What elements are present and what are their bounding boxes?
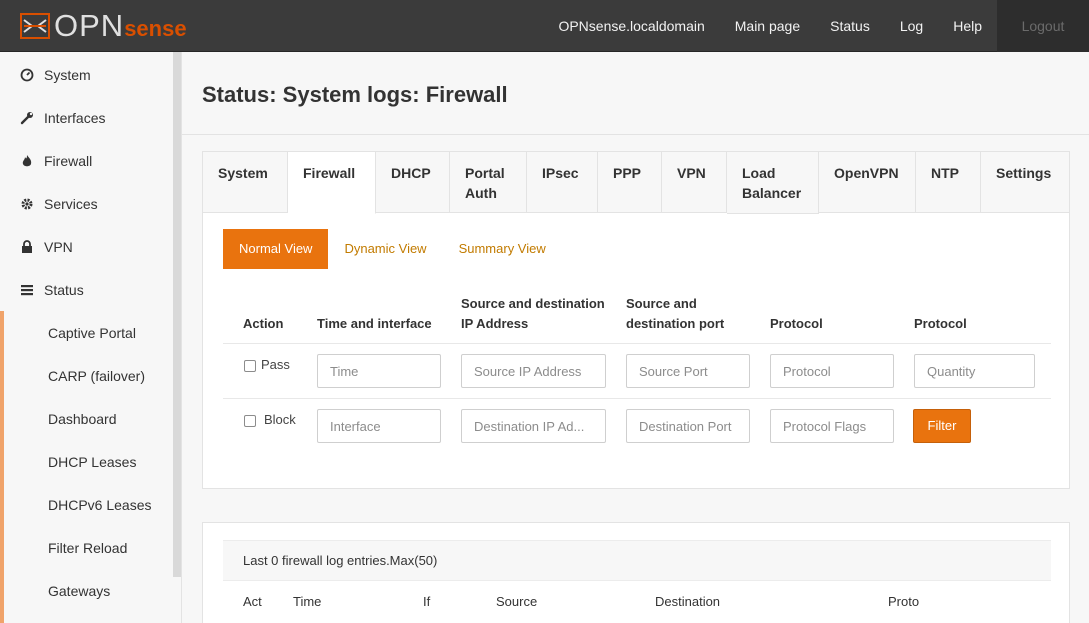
tab-load-balancer-line2: Balancer bbox=[742, 185, 802, 201]
log-col-proto: Proto bbox=[888, 594, 920, 609]
source-ip-input[interactable] bbox=[461, 354, 606, 388]
log-col-act: Act bbox=[243, 594, 262, 609]
view-switcher: Normal View Dynamic View Summary View bbox=[223, 229, 562, 269]
tab-openvpn[interactable]: OpenVPN bbox=[819, 152, 916, 213]
protocol-flags-input[interactable] bbox=[770, 409, 894, 443]
pass-label: Pass bbox=[261, 357, 290, 372]
protocol-input[interactable] bbox=[770, 354, 894, 388]
sidebar-item-label: Firewall bbox=[44, 152, 93, 169]
opnsense-logo[interactable]: OPN sense bbox=[20, 8, 187, 43]
tab-load-balancer-line1: Load bbox=[742, 165, 776, 181]
col-header-ip-line1: Source and destination bbox=[461, 296, 605, 311]
nav-status[interactable]: Status bbox=[815, 0, 885, 52]
tab-dhcp[interactable]: DHCP bbox=[376, 152, 450, 213]
tab-load-balancer[interactable]: Load Balancer bbox=[727, 152, 819, 214]
sidebar-item-label: Status bbox=[44, 281, 84, 298]
sidebar-item-status[interactable]: Status bbox=[0, 268, 173, 311]
filter-panel: System Firewall DHCP Portal Auth IPsec P… bbox=[202, 151, 1070, 489]
nav-log[interactable]: Log bbox=[885, 0, 938, 52]
sidebar-scrollbar[interactable] bbox=[173, 52, 181, 577]
wrench-icon bbox=[20, 111, 33, 124]
filter-button[interactable]: Filter bbox=[913, 409, 971, 443]
pass-checkbox[interactable] bbox=[244, 360, 256, 372]
tab-portal-auth-line2: Auth bbox=[465, 185, 497, 201]
opnsense-logo-mark-icon bbox=[20, 13, 50, 39]
block-label: Block bbox=[264, 412, 296, 427]
dashboard-icon bbox=[20, 68, 34, 81]
sidebar-subitem-captive-portal[interactable]: Captive Portal bbox=[0, 311, 173, 354]
col-header-port-line2: destination port bbox=[626, 316, 725, 331]
list-icon bbox=[21, 284, 33, 295]
col-header-protocol: Protocol bbox=[770, 316, 823, 331]
log-tabs: System Firewall DHCP Portal Auth IPsec P… bbox=[203, 152, 1069, 214]
nav-logout[interactable]: Logout bbox=[997, 0, 1089, 52]
log-col-if: If bbox=[423, 594, 431, 609]
sidebar-item-firewall[interactable]: Firewall bbox=[0, 139, 173, 182]
sidebar-item-services[interactable]: Services bbox=[0, 182, 173, 225]
col-header-ip-line2: IP Address bbox=[461, 316, 529, 331]
block-checkbox[interactable] bbox=[244, 415, 256, 427]
nav-help[interactable]: Help bbox=[938, 0, 997, 52]
sidebar-subitem-gateways[interactable]: Gateways bbox=[0, 569, 173, 612]
tab-vpn[interactable]: VPN bbox=[662, 152, 727, 213]
tab-firewall[interactable]: Firewall bbox=[288, 152, 376, 214]
log-panel: Last 0 firewall log entries.Max(50) Act … bbox=[202, 522, 1070, 623]
sidebar-item-interfaces[interactable]: Interfaces bbox=[0, 96, 173, 139]
tab-portal-auth[interactable]: Portal Auth bbox=[450, 152, 527, 213]
log-col-time: Time bbox=[293, 594, 322, 609]
sidebar-item-label: System bbox=[44, 66, 91, 83]
log-col-destination: Destination bbox=[655, 594, 721, 609]
tab-portal-auth-line1: Portal bbox=[465, 165, 505, 181]
lock-icon bbox=[22, 239, 32, 253]
logo-text-opn: OPN bbox=[54, 8, 125, 43]
page-header: Status: System logs: Firewall bbox=[182, 52, 1089, 135]
col-header-port-line1: Source and bbox=[626, 296, 697, 311]
summary-view-button[interactable]: Summary View bbox=[443, 229, 562, 269]
sidebar-subitem-dhcp-leases[interactable]: DHCP Leases bbox=[0, 440, 173, 483]
sidebar-subitem-continuation bbox=[0, 612, 173, 623]
nav-hostname[interactable]: OPNsense.localdomain bbox=[543, 0, 719, 52]
dynamic-view-button[interactable]: Dynamic View bbox=[328, 229, 442, 269]
destination-port-input[interactable] bbox=[626, 409, 750, 443]
tab-ipsec[interactable]: IPsec bbox=[527, 152, 598, 213]
sidebar-item-vpn[interactable]: VPN bbox=[0, 225, 173, 268]
nav-main-page[interactable]: Main page bbox=[720, 0, 815, 52]
row-divider bbox=[223, 398, 1051, 399]
col-header-protocol-2: Protocol bbox=[914, 316, 967, 331]
tab-settings[interactable]: Settings bbox=[981, 152, 1069, 213]
sidebar-subitem-carp[interactable]: CARP (failover) bbox=[0, 354, 173, 397]
sidebar-item-system[interactable]: System bbox=[0, 53, 173, 96]
normal-view-button[interactable]: Normal View bbox=[223, 229, 329, 269]
interface-input[interactable] bbox=[317, 409, 441, 443]
page-title: Status: System logs: Firewall bbox=[202, 82, 508, 107]
sidebar-item-label: Services bbox=[44, 195, 98, 212]
tab-ntp[interactable]: NTP bbox=[916, 152, 981, 213]
log-summary: Last 0 firewall log entries.Max(50) bbox=[223, 540, 1051, 581]
col-header-action: Action bbox=[243, 316, 284, 331]
sidebar-subitem-dhcpv6-leases[interactable]: DHCPv6 Leases bbox=[0, 483, 173, 526]
time-input[interactable] bbox=[317, 354, 441, 388]
destination-ip-input[interactable] bbox=[461, 409, 606, 443]
sidebar-item-label: VPN bbox=[44, 238, 73, 255]
tab-ppp[interactable]: PPP bbox=[598, 152, 662, 213]
log-col-source: Source bbox=[496, 594, 538, 609]
sidebar-item-label: Interfaces bbox=[44, 109, 106, 126]
source-port-input[interactable] bbox=[626, 354, 750, 388]
sidebar-subitem-filter-reload[interactable]: Filter Reload bbox=[0, 526, 173, 569]
sidebar-subitem-dashboard[interactable]: Dashboard bbox=[0, 397, 173, 440]
top-nav: OPNsense.localdomain Main page Status Lo… bbox=[543, 0, 1089, 52]
quantity-input[interactable] bbox=[914, 354, 1035, 388]
col-header-time-interface: Time and interface bbox=[317, 316, 432, 331]
logo-text-sense: sense bbox=[124, 16, 187, 41]
top-navbar: OPN sense OPNsense.localdomain Main page… bbox=[0, 0, 1089, 52]
tab-system[interactable]: System bbox=[203, 152, 288, 213]
fire-icon bbox=[22, 154, 32, 166]
row-divider bbox=[223, 343, 1051, 344]
gear-icon bbox=[21, 198, 33, 209]
